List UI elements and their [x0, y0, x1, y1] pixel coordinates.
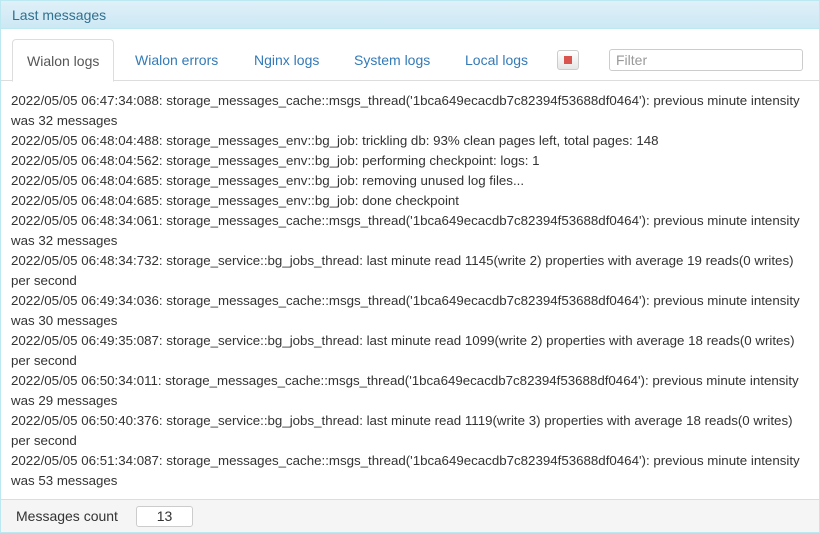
last-messages-panel: Last messages Wialon logs Wialon errors …	[0, 0, 820, 533]
log-message: 2022/05/05 06:48:04:685: storage_message…	[11, 193, 460, 208]
log-message: 2022/05/05 06:50:34:011: storage_message…	[11, 373, 799, 408]
log-message: 2022/05/05 06:48:04:562: storage_message…	[11, 153, 540, 168]
log-message: 2022/05/05 06:47:34:088: storage_message…	[11, 93, 800, 128]
tab-nginx-logs[interactable]: Nginx logs	[240, 39, 333, 81]
tab-system-logs[interactable]: System logs	[340, 39, 444, 81]
log-message: 2022/05/05 06:48:04:488: storage_message…	[11, 133, 659, 148]
log-message: 2022/05/05 06:49:35:087: storage_service…	[11, 333, 795, 368]
log-message: 2022/05/05 06:48:34:061: storage_message…	[11, 213, 800, 248]
log-list: 2022/05/05 06:47:34:088: storage_message…	[11, 91, 811, 491]
log-message: 2022/05/05 06:48:34:732: storage_service…	[11, 253, 794, 288]
tab-local-logs[interactable]: Local logs	[451, 39, 542, 81]
log-message: 2022/05/05 06:49:34:036: storage_message…	[11, 293, 800, 328]
messages-count-label: Messages count	[16, 508, 118, 524]
stop-square-icon	[564, 56, 572, 64]
tab-wialon-errors[interactable]: Wialon errors	[121, 39, 232, 81]
messages-count-input[interactable]: 13	[136, 506, 193, 527]
log-message: 2022/05/05 06:51:34:087: storage_message…	[11, 453, 800, 488]
panel-title: Last messages	[1, 1, 819, 29]
log-tabs: Wialon logs Wialon errors Nginx logs Sys…	[1, 39, 819, 82]
log-message: 2022/05/05 06:48:04:685: storage_message…	[11, 173, 525, 188]
filter-input[interactable]	[609, 49, 803, 71]
tab-wialon-logs[interactable]: Wialon logs	[12, 39, 115, 82]
stop-button[interactable]	[557, 50, 579, 70]
log-message: 2022/05/05 06:50:40:376: storage_service…	[11, 413, 793, 448]
footer: Messages count 13	[1, 499, 819, 532]
